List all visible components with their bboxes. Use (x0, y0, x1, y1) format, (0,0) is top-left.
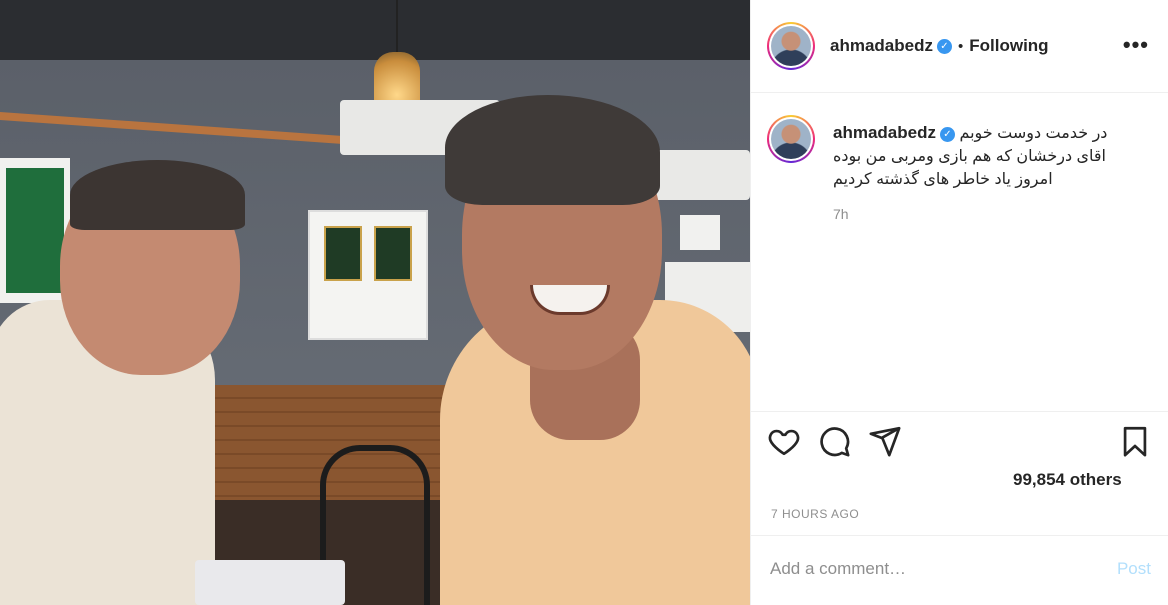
caption-time[interactable]: 7h (833, 206, 849, 222)
caption-section: ahmadabedz ✓ در خدمت دوست خوبم اقای درخشا… (751, 93, 1168, 411)
caption-line: در خدمت دوست خوبم (959, 125, 1108, 142)
post-sidebar: ahmadabedz ✓ • Following ••• ahmadabedz ✓… (750, 0, 1168, 605)
caption-line: اقای درخشان که هم بازی ومربی من بوده (833, 148, 1106, 165)
separator-dot: • (957, 37, 964, 55)
likes-count[interactable]: 99,854 others (1013, 470, 1122, 490)
wall-frame-small (680, 215, 720, 250)
profile-avatar[interactable] (767, 22, 815, 70)
post-timestamp[interactable]: 7 HOURS AGO (771, 507, 859, 521)
following-button[interactable]: Following (969, 36, 1048, 56)
profile-username-link[interactable]: ahmadabedz (830, 36, 933, 56)
caption-verified-icon: ✓ (939, 127, 955, 142)
person-left-hair (70, 160, 245, 230)
add-comment-bar: Post (751, 535, 1168, 605)
comment-input[interactable] (770, 554, 1090, 584)
wall-frame (308, 210, 428, 340)
caption-avatar[interactable] (767, 115, 815, 163)
caption-line: امروز یاد خاطر های گذشته کردیم (833, 171, 1053, 188)
lamp-cord (396, 0, 398, 55)
caption-username-link[interactable]: ahmadabedz (833, 123, 936, 142)
more-options-icon[interactable]: ••• (1123, 32, 1149, 58)
person-right-hair (445, 95, 660, 205)
tissue-box (195, 560, 345, 605)
share-icon[interactable] (868, 424, 902, 458)
post-header: ahmadabedz ✓ • Following ••• (751, 0, 1168, 93)
verified-badge-icon: ✓ (936, 38, 952, 54)
comment-icon[interactable] (817, 424, 851, 458)
post-comment-button[interactable]: Post (1117, 559, 1151, 579)
caption-text: ahmadabedz ✓ در خدمت دوست خوبم اقای درخشا… (833, 121, 1153, 191)
post-photo[interactable] (0, 0, 750, 605)
header-info: ahmadabedz ✓ • Following (830, 36, 1049, 56)
bookmark-icon[interactable] (1118, 424, 1152, 458)
heart-icon[interactable] (767, 424, 801, 458)
air-conditioner-2 (645, 150, 750, 200)
